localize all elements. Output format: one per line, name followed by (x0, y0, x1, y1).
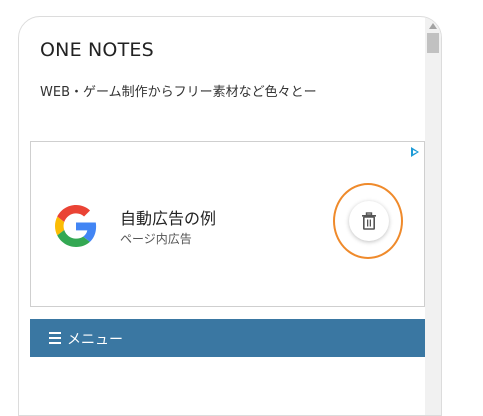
mobile-frame: ONE NOTES WEB・ゲーム制作からフリー素材など色々とー 自動広告の例 … (18, 16, 442, 416)
site-title[interactable]: ONE NOTES (40, 39, 154, 61)
trash-icon (362, 212, 376, 230)
scrollbar-thumb[interactable] (427, 33, 439, 53)
auto-ad-card[interactable]: 自動広告の例 ページ内広告 (30, 141, 425, 307)
ad-subtitle: ページ内広告 (120, 232, 192, 246)
menu-bar[interactable]: メニュー (30, 319, 425, 357)
delete-ad-button[interactable] (349, 201, 389, 241)
menu-label: メニュー (67, 332, 123, 348)
delete-highlight-circle (333, 183, 403, 259)
ad-title[interactable]: 自動広告の例 (120, 205, 216, 229)
hamburger-icon (49, 332, 61, 344)
site-description: WEB・ゲーム制作からフリー素材など色々とー (40, 85, 317, 100)
vertical-scrollbar[interactable] (425, 17, 441, 415)
scroll-up-arrow-icon[interactable] (429, 23, 437, 29)
page-content: ONE NOTES WEB・ゲーム制作からフリー素材など色々とー 自動広告の例 … (19, 17, 425, 415)
google-g-icon (55, 205, 97, 247)
adchoices-icon[interactable] (411, 147, 419, 157)
